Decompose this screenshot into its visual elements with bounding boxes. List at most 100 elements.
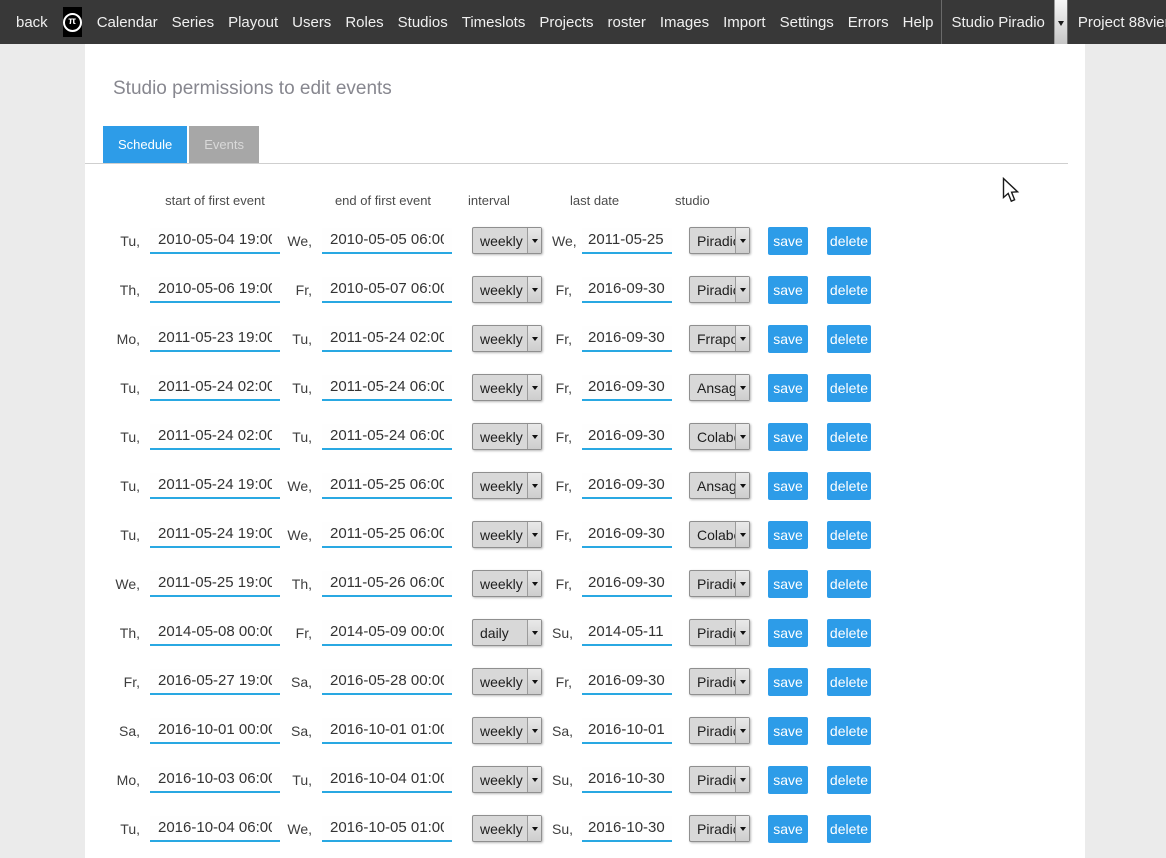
row-studio-select[interactable]: Piradio [689, 766, 750, 793]
chevron-down-icon[interactable] [735, 571, 749, 596]
save-button[interactable]: save [768, 766, 808, 794]
chevron-down-icon[interactable] [735, 228, 749, 253]
delete-button[interactable]: delete [827, 325, 871, 353]
nav-item-roles[interactable]: Roles [345, 14, 383, 31]
interval-select[interactable]: weekly [472, 668, 542, 695]
interval-select[interactable]: weekly [472, 276, 542, 303]
last-date-input[interactable] [582, 522, 672, 548]
nav-item-timeslots[interactable]: Timeslots [462, 14, 526, 31]
save-button[interactable]: save [768, 570, 808, 598]
delete-button[interactable]: delete [827, 276, 871, 304]
save-button[interactable]: save [768, 325, 808, 353]
interval-select[interactable]: weekly [472, 815, 542, 842]
delete-button[interactable]: delete [827, 619, 871, 647]
row-studio-select[interactable]: Colabo [689, 423, 750, 450]
row-studio-select[interactable]: Piradio [689, 619, 750, 646]
delete-button[interactable]: delete [827, 570, 871, 598]
chevron-down-icon[interactable] [735, 326, 749, 351]
interval-select[interactable]: weekly [472, 570, 542, 597]
interval-select[interactable]: daily [472, 619, 542, 646]
delete-button[interactable]: delete [827, 423, 871, 451]
row-studio-select[interactable]: Piradio [689, 276, 750, 303]
nav-item-calendar[interactable]: Calendar [97, 14, 158, 31]
delete-button[interactable]: delete [827, 521, 871, 549]
start-datetime-input[interactable] [150, 718, 280, 744]
start-datetime-input[interactable] [150, 522, 280, 548]
save-button[interactable]: save [768, 521, 808, 549]
nav-item-users[interactable]: Users [292, 14, 331, 31]
chevron-down-icon[interactable] [735, 424, 749, 449]
chevron-down-icon[interactable] [527, 816, 541, 841]
chevron-down-icon[interactable] [527, 473, 541, 498]
delete-button[interactable]: delete [827, 766, 871, 794]
start-datetime-input[interactable] [150, 228, 280, 254]
chevron-down-icon[interactable] [527, 424, 541, 449]
start-datetime-input[interactable] [150, 571, 280, 597]
last-date-input[interactable] [582, 669, 672, 695]
save-button[interactable]: save [768, 815, 808, 843]
row-studio-select[interactable]: Colabo [689, 521, 750, 548]
nav-item-settings[interactable]: Settings [780, 14, 834, 31]
interval-select[interactable]: weekly [472, 325, 542, 352]
last-date-input[interactable] [582, 473, 672, 499]
delete-button[interactable]: delete [827, 815, 871, 843]
nav-item-projects[interactable]: Projects [539, 14, 593, 31]
start-datetime-input[interactable] [150, 473, 280, 499]
last-date-input[interactable] [582, 816, 672, 842]
row-studio-select[interactable]: Piradio [689, 717, 750, 744]
start-datetime-input[interactable] [150, 620, 280, 646]
row-studio-select[interactable]: Frrapo [689, 325, 750, 352]
end-datetime-input[interactable] [322, 473, 452, 499]
nav-item-playout[interactable]: Playout [228, 14, 278, 31]
chevron-down-icon[interactable] [527, 326, 541, 351]
end-datetime-input[interactable] [322, 277, 452, 303]
end-datetime-input[interactable] [322, 718, 452, 744]
nav-item-images[interactable]: Images [660, 14, 709, 31]
delete-button[interactable]: delete [827, 668, 871, 696]
last-date-input[interactable] [582, 326, 672, 352]
last-date-input[interactable] [582, 375, 672, 401]
chevron-down-icon[interactable] [735, 718, 749, 743]
nav-item-roster[interactable]: roster [608, 14, 646, 31]
save-button[interactable]: save [768, 717, 808, 745]
last-date-input[interactable] [582, 424, 672, 450]
end-datetime-input[interactable] [322, 228, 452, 254]
end-datetime-input[interactable] [322, 571, 452, 597]
last-date-input[interactable] [582, 571, 672, 597]
start-datetime-input[interactable] [150, 767, 280, 793]
chevron-down-icon[interactable] [735, 277, 749, 302]
start-datetime-input[interactable] [150, 669, 280, 695]
nav-item-series[interactable]: Series [172, 14, 215, 31]
studio-select[interactable]: Studio Piradio [941, 0, 1067, 44]
nav-back-link[interactable]: back [16, 14, 48, 31]
last-date-input[interactable] [582, 620, 672, 646]
chevron-down-icon[interactable] [735, 375, 749, 400]
delete-button[interactable]: delete [827, 472, 871, 500]
tab-schedule[interactable]: Schedule [103, 126, 187, 163]
interval-select[interactable]: weekly [472, 423, 542, 450]
start-datetime-input[interactable] [150, 277, 280, 303]
chevron-down-icon[interactable] [735, 669, 749, 694]
chevron-down-icon[interactable] [527, 277, 541, 302]
delete-button[interactable]: delete [827, 227, 871, 255]
project-select[interactable]: Project 88vier [1067, 0, 1166, 44]
nav-item-errors[interactable]: Errors [848, 14, 889, 31]
nav-item-help[interactable]: Help [903, 14, 934, 31]
chevron-down-icon[interactable] [735, 816, 749, 841]
chevron-down-icon[interactable] [527, 718, 541, 743]
chevron-down-icon[interactable] [735, 620, 749, 645]
end-datetime-input[interactable] [322, 424, 452, 450]
end-datetime-input[interactable] [322, 522, 452, 548]
interval-select[interactable]: weekly [472, 766, 542, 793]
row-studio-select[interactable]: Piradio [689, 227, 750, 254]
end-datetime-input[interactable] [322, 669, 452, 695]
tab-events[interactable]: Events [189, 126, 259, 163]
interval-select[interactable]: weekly [472, 472, 542, 499]
last-date-input[interactable] [582, 228, 672, 254]
end-datetime-input[interactable] [322, 326, 452, 352]
chevron-down-icon[interactable] [1054, 0, 1067, 44]
row-studio-select[interactable]: Piradio [689, 570, 750, 597]
last-date-input[interactable] [582, 277, 672, 303]
start-datetime-input[interactable] [150, 816, 280, 842]
interval-select[interactable]: weekly [472, 717, 542, 744]
